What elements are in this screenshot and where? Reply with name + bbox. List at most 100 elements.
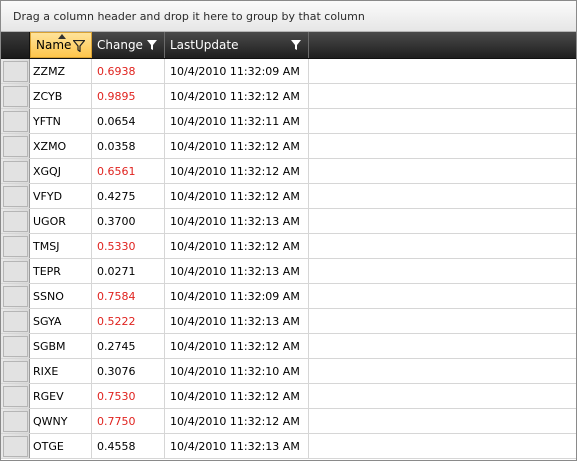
- cell-change: 0.4275: [92, 184, 165, 208]
- cell-filler: [309, 134, 576, 158]
- cell-last-update: 10/4/2010 11:32:13 AM: [165, 259, 309, 283]
- table-row[interactable]: OTGE 0.4558 10/4/2010 11:32:13 AM: [1, 434, 576, 459]
- table-row[interactable]: UGOR 0.3700 10/4/2010 11:32:13 AM: [1, 209, 576, 234]
- header-row: Name Change LastUpdate: [1, 32, 576, 59]
- table-row[interactable]: SGBM 0.2745 10/4/2010 11:32:12 AM: [1, 334, 576, 359]
- row-indicator[interactable]: [1, 334, 30, 358]
- group-panel[interactable]: Drag a column header and drop it here to…: [1, 1, 576, 32]
- cell-name: XGQJ: [30, 159, 92, 183]
- row-indicator[interactable]: [1, 259, 30, 283]
- cell-last-update: 10/4/2010 11:32:12 AM: [165, 84, 309, 108]
- cell-change: 0.2745: [92, 334, 165, 358]
- row-indicator[interactable]: [1, 209, 30, 233]
- filter-icon[interactable]: [290, 39, 302, 51]
- cell-name: ZCYB: [30, 84, 92, 108]
- cell-filler: [309, 409, 576, 433]
- cell-name: QWNY: [30, 409, 92, 433]
- cell-filler: [309, 209, 576, 233]
- table-row[interactable]: QWNY 0.7750 10/4/2010 11:32:12 AM: [1, 409, 576, 434]
- cell-last-update: 10/4/2010 11:32:12 AM: [165, 159, 309, 183]
- cell-change: 0.9895: [92, 84, 165, 108]
- table-row[interactable]: ZZMZ 0.6938 10/4/2010 11:32:09 AM: [1, 59, 576, 84]
- row-indicator[interactable]: [1, 309, 30, 333]
- cell-name: YFTN: [30, 109, 92, 133]
- row-indicator[interactable]: [1, 59, 30, 83]
- table-row[interactable]: XZMO 0.0358 10/4/2010 11:32:12 AM: [1, 134, 576, 159]
- cell-last-update: 10/4/2010 11:32:13 AM: [165, 209, 309, 233]
- cell-filler: [309, 84, 576, 108]
- cell-name: SGYA: [30, 309, 92, 333]
- cell-change: 0.3076: [92, 359, 165, 383]
- cell-name: SGBM: [30, 334, 92, 358]
- table-row[interactable]: SGYA 0.5222 10/4/2010 11:32:13 AM: [1, 309, 576, 334]
- row-indicator[interactable]: [1, 159, 30, 183]
- table-row[interactable]: SSNO 0.7584 10/4/2010 11:32:09 AM: [1, 284, 576, 309]
- row-indicator[interactable]: [1, 409, 30, 433]
- cell-last-update: 10/4/2010 11:32:09 AM: [165, 284, 309, 308]
- column-header-change-label: Change: [97, 38, 143, 52]
- filter-icon[interactable]: [146, 39, 158, 51]
- table-row[interactable]: TMSJ 0.5330 10/4/2010 11:32:12 AM: [1, 234, 576, 259]
- table-row[interactable]: RIXE 0.3076 10/4/2010 11:32:10 AM: [1, 359, 576, 384]
- cell-change: 0.7530: [92, 384, 165, 408]
- cell-name: TMSJ: [30, 234, 92, 258]
- cell-last-update: 10/4/2010 11:32:12 AM: [165, 134, 309, 158]
- cell-change: 0.6938: [92, 59, 165, 83]
- column-header-change[interactable]: Change: [92, 32, 165, 58]
- table-row[interactable]: TEPR 0.0271 10/4/2010 11:32:13 AM: [1, 259, 576, 284]
- filter-icon[interactable]: [73, 40, 85, 52]
- cell-change: 0.3700: [92, 209, 165, 233]
- row-indicator[interactable]: [1, 84, 30, 108]
- cell-last-update: 10/4/2010 11:32:12 AM: [165, 234, 309, 258]
- cell-name: TEPR: [30, 259, 92, 283]
- cell-last-update: 10/4/2010 11:32:12 AM: [165, 384, 309, 408]
- cell-change: 0.0271: [92, 259, 165, 283]
- cell-change: 0.7750: [92, 409, 165, 433]
- cell-filler: [309, 434, 576, 458]
- cell-name: XZMO: [30, 134, 92, 158]
- row-indicator[interactable]: [1, 359, 30, 383]
- column-header-last-update-label: LastUpdate: [170, 38, 239, 52]
- cell-last-update: 10/4/2010 11:32:12 AM: [165, 184, 309, 208]
- sort-ascending-icon: [58, 34, 66, 39]
- header-indicator: [1, 32, 30, 58]
- group-panel-hint: Drag a column header and drop it here to…: [13, 9, 365, 23]
- cell-change: 0.5330: [92, 234, 165, 258]
- cell-last-update: 10/4/2010 11:32:10 AM: [165, 359, 309, 383]
- table-row[interactable]: YFTN 0.0654 10/4/2010 11:32:11 AM: [1, 109, 576, 134]
- cell-filler: [309, 184, 576, 208]
- row-indicator[interactable]: [1, 109, 30, 133]
- data-grid: Drag a column header and drop it here to…: [0, 0, 577, 461]
- row-indicator[interactable]: [1, 434, 30, 458]
- cell-change: 0.0358: [92, 134, 165, 158]
- cell-name: VFYD: [30, 184, 92, 208]
- row-indicator[interactable]: [1, 184, 30, 208]
- row-indicator[interactable]: [1, 284, 30, 308]
- row-indicator[interactable]: [1, 234, 30, 258]
- cell-filler: [309, 359, 576, 383]
- row-indicator[interactable]: [1, 384, 30, 408]
- row-indicator[interactable]: [1, 134, 30, 158]
- cell-last-update: 10/4/2010 11:32:12 AM: [165, 334, 309, 358]
- column-header-name[interactable]: Name: [30, 32, 92, 58]
- cell-filler: [309, 384, 576, 408]
- cell-filler: [309, 59, 576, 83]
- table-row[interactable]: RGEV 0.7530 10/4/2010 11:32:12 AM: [1, 384, 576, 409]
- cell-last-update: 10/4/2010 11:32:13 AM: [165, 434, 309, 458]
- cell-last-update: 10/4/2010 11:32:09 AM: [165, 59, 309, 83]
- table-row[interactable]: VFYD 0.4275 10/4/2010 11:32:12 AM: [1, 184, 576, 209]
- cell-name: SSNO: [30, 284, 92, 308]
- column-header-name-label: Name: [36, 38, 72, 52]
- cell-filler: [309, 109, 576, 133]
- cell-filler: [309, 309, 576, 333]
- grid-body: ZZMZ 0.6938 10/4/2010 11:32:09 AM ZCYB 0…: [1, 59, 576, 459]
- column-header-last-update[interactable]: LastUpdate: [165, 32, 309, 58]
- cell-change: 0.7584: [92, 284, 165, 308]
- cell-name: OTGE: [30, 434, 92, 458]
- cell-change: 0.4558: [92, 434, 165, 458]
- table-row[interactable]: XGQJ 0.6561 10/4/2010 11:32:12 AM: [1, 159, 576, 184]
- table-row[interactable]: ZCYB 0.9895 10/4/2010 11:32:12 AM: [1, 84, 576, 109]
- cell-last-update: 10/4/2010 11:32:12 AM: [165, 409, 309, 433]
- cell-change: 0.6561: [92, 159, 165, 183]
- cell-change: 0.0654: [92, 109, 165, 133]
